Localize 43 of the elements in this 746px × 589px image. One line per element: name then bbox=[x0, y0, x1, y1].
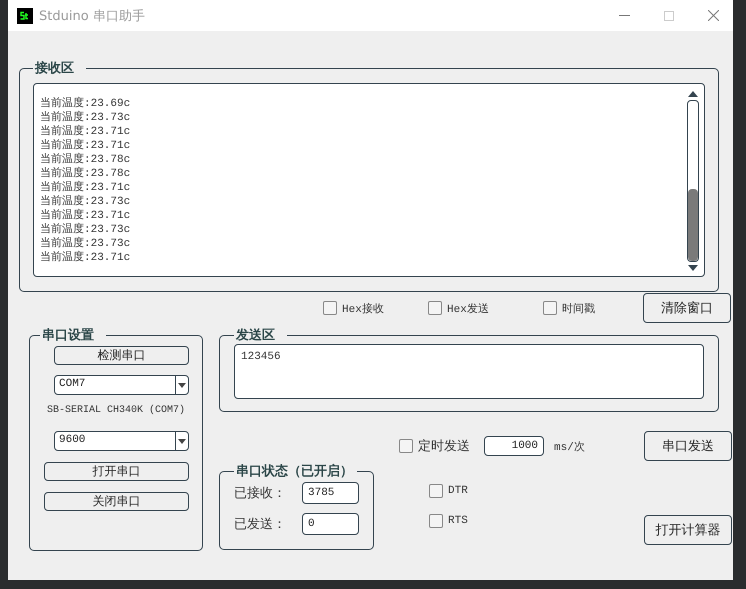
baud-rate-dropdown[interactable]: 9600 bbox=[54, 431, 189, 451]
checkbox[interactable]: Hex发送 bbox=[428, 300, 543, 316]
checkbox[interactable]: 定时发送 bbox=[399, 437, 479, 455]
interval-input-field[interactable]: 1000 bbox=[484, 436, 544, 456]
field-label: 已发送： bbox=[234, 516, 286, 533]
interval-unit: ms/次 bbox=[554, 440, 585, 454]
checkbox[interactable]: DTR bbox=[429, 484, 468, 498]
count-field[interactable]: 0 bbox=[302, 513, 359, 535]
checkbox[interactable]: 时间戳 bbox=[543, 300, 595, 316]
group-title: 串口设置 bbox=[41, 327, 95, 344]
send-button[interactable]: 串口发送 bbox=[644, 431, 732, 461]
log-line: 当前温度:23.78c bbox=[40, 153, 132, 166]
log-line: 当前温度:23.69c bbox=[40, 97, 132, 110]
group-title: 串口状态（已开启） bbox=[235, 462, 354, 480]
log-line: 当前温度:23.71c bbox=[40, 209, 132, 222]
log-line: 当前温度:23.73c bbox=[40, 223, 132, 236]
detect-port-button[interactable]: 检测串口 bbox=[54, 346, 189, 365]
open-calculator-button[interactable]: 打开计算器 bbox=[644, 515, 732, 545]
app-logo-icon bbox=[17, 8, 33, 24]
clear-button[interactable]: 清除窗口 bbox=[643, 293, 731, 323]
count-field[interactable]: 3785 bbox=[302, 482, 359, 504]
close-icon[interactable] bbox=[708, 10, 719, 21]
log-line: 当前温度:23.71c bbox=[40, 139, 132, 152]
checkbox[interactable]: Hex接收 bbox=[323, 300, 428, 316]
open-port-button[interactable]: 打开串口 bbox=[44, 462, 189, 481]
log-line: 当前温度:23.71c bbox=[40, 125, 132, 138]
field-label: 已接收： bbox=[234, 485, 286, 502]
caret-icon bbox=[178, 382, 186, 388]
close-port-button[interactable]: 关闭串口 bbox=[44, 492, 189, 511]
group-title: 接收区 bbox=[34, 60, 75, 77]
window-title: Stduino 串口助手 bbox=[39, 8, 145, 24]
log-line: 当前温度:23.71c bbox=[40, 251, 132, 265]
log-line: 当前温度:23.78c bbox=[40, 167, 132, 180]
port-description: SB-SERIAL CH340K (COM7) bbox=[46, 405, 186, 418]
send-input-field[interactable]: 123456 bbox=[234, 344, 704, 399]
group-title: 发送区 bbox=[234, 327, 276, 344]
caret-icon bbox=[178, 438, 186, 444]
port-dropdown[interactable]: COM7 bbox=[54, 375, 189, 395]
log-line: 当前温度:23.73c bbox=[40, 195, 132, 208]
log-line: 当前温度:23.73c bbox=[40, 237, 132, 250]
log-line: 当前温度:23.73c bbox=[40, 111, 132, 124]
log-line: 当前温度:23.71c bbox=[40, 181, 132, 194]
checkbox[interactable]: RTS bbox=[429, 514, 468, 528]
